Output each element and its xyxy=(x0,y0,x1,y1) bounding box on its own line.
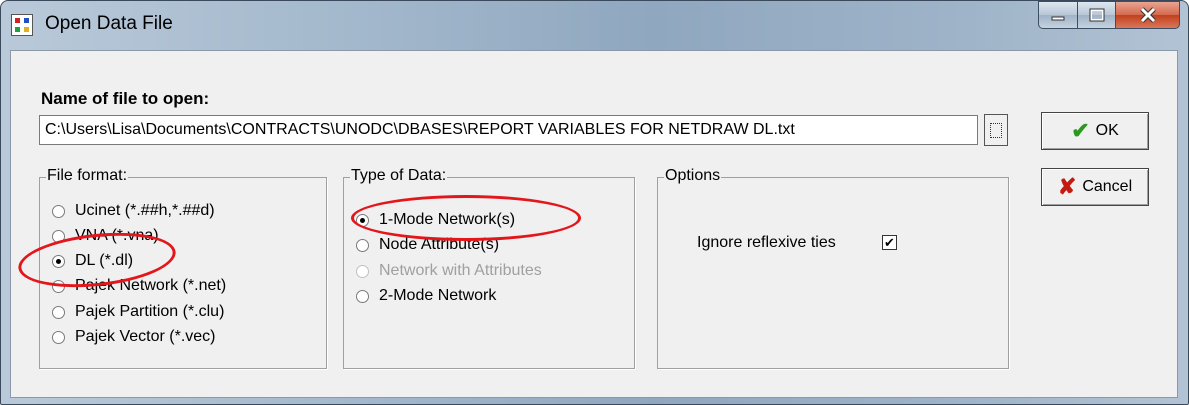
cancel-label: Cancel xyxy=(1082,178,1133,195)
radio-label: Ucinet (*.##h,*.##d) xyxy=(75,202,215,219)
file-path-input[interactable] xyxy=(39,115,978,145)
annotation-oval-1-mode xyxy=(351,195,581,241)
radio-pajek-vector[interactable]: Pajek Vector (*.vec) xyxy=(52,328,216,346)
type-of-data-legend: Type of Data: xyxy=(350,167,448,185)
radio-button xyxy=(356,264,369,278)
radio-button[interactable] xyxy=(52,204,65,218)
window-controls xyxy=(1038,1,1180,31)
radio-button[interactable] xyxy=(356,289,369,303)
file-name-label: Name of file to open: xyxy=(41,89,210,108)
maximize-button[interactable] xyxy=(1078,1,1116,29)
title-bar[interactable]: Open Data File xyxy=(1,1,1188,49)
radio-network-with-attributes: Network with Attributes xyxy=(356,262,542,280)
cancel-button[interactable]: ✘ Cancel xyxy=(1041,168,1149,206)
minimize-button[interactable] xyxy=(1038,1,1078,29)
radio-button[interactable] xyxy=(52,305,65,319)
close-button[interactable] xyxy=(1116,1,1180,29)
checkmark-icon: ✔ xyxy=(884,235,895,250)
radio-label: Pajek Vector (*.vec) xyxy=(75,328,216,345)
radio-2-mode-network[interactable]: 2-Mode Network xyxy=(356,287,496,305)
file-format-legend: File format: xyxy=(46,167,129,185)
options-legend: Options xyxy=(664,167,722,185)
radio-label: 2-Mode Network xyxy=(379,287,497,304)
options-group: Options Ignore reflexive ties ✔ xyxy=(657,167,1009,369)
close-icon xyxy=(1139,7,1156,23)
radio-pajek-partition[interactable]: Pajek Partition (*.clu) xyxy=(52,303,224,321)
radio-label: Network with Attributes xyxy=(379,262,542,279)
radio-button[interactable] xyxy=(356,238,369,252)
cancel-x-icon: ✘ xyxy=(1057,174,1077,199)
radio-ucinet[interactable]: Ucinet (*.##h,*.##d) xyxy=(52,202,215,220)
check-icon: ✔ xyxy=(1071,118,1090,143)
ok-label: OK xyxy=(1095,122,1119,139)
ignore-reflexive-checkbox[interactable]: ✔ xyxy=(882,235,897,250)
window-title: Open Data File xyxy=(45,13,173,34)
app-icon xyxy=(11,14,33,36)
radio-label: Pajek Partition (*.clu) xyxy=(75,303,225,320)
maximize-icon xyxy=(1089,8,1104,22)
ignore-reflexive-label: Ignore reflexive ties xyxy=(697,234,836,251)
minimize-icon xyxy=(1051,16,1065,21)
dialog-window: Open Data File Name of file to open: ✔ O… xyxy=(0,0,1189,405)
ok-button[interactable]: ✔ OK xyxy=(1041,112,1149,150)
dialog-body: Name of file to open: ✔ OK ✘ Cancel File… xyxy=(10,50,1178,398)
browse-button[interactable] xyxy=(984,114,1008,146)
radio-button[interactable] xyxy=(52,330,65,344)
browse-icon xyxy=(990,122,1002,138)
